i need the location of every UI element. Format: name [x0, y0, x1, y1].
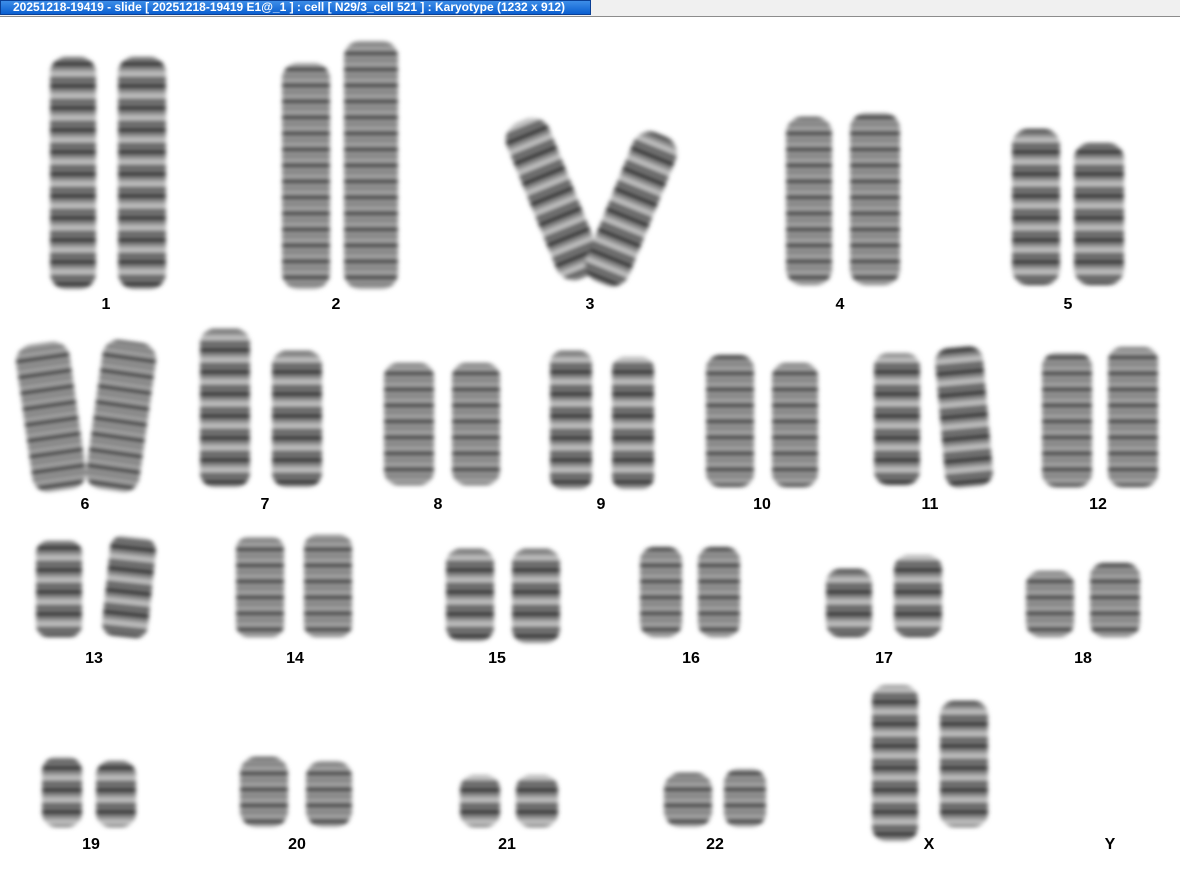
- window-title: 20251218-19419 - slide [ 20251218-19419 …: [0, 0, 591, 15]
- chromosome-label-5: 5: [1064, 296, 1073, 313]
- chromosome-pair-17: [826, 555, 942, 637]
- chromosome-pair-21: [460, 775, 558, 827]
- chromosome-label-8: 8: [434, 496, 443, 513]
- chromosome-pair-11: [874, 346, 993, 488]
- chromosome-pair-15: [446, 549, 560, 643]
- chromosome-pair-12: [1042, 347, 1158, 487]
- chromosome-label-15: 15: [488, 650, 506, 667]
- chromosome-label-21: 21: [498, 836, 516, 853]
- chromosome-label-16: 16: [682, 650, 700, 667]
- chromosome-pair-22: [664, 769, 766, 827]
- chromosome-label-6: 6: [81, 496, 90, 513]
- chromosome-label-14: 14: [286, 650, 304, 667]
- chromosome-pair-4: [786, 113, 900, 285]
- chromosome-label-4: 4: [836, 296, 845, 313]
- chromosome-pair-1: [50, 57, 166, 289]
- chromosome-pair-18: [1026, 563, 1140, 637]
- chromosome-pair-5: [1012, 129, 1124, 285]
- chromosome-pair-20: [240, 757, 352, 827]
- chromosome-pair-7: [200, 329, 322, 487]
- chromosome-label-20: 20: [288, 836, 306, 853]
- chromosome-label-19: 19: [82, 836, 100, 853]
- chromosome-pair-8: [384, 363, 500, 485]
- chromosome-label-17: 17: [875, 650, 893, 667]
- chromosome-label-7: 7: [261, 496, 270, 513]
- chromosome-label-2: 2: [332, 296, 341, 313]
- chromosome-label-x: X: [924, 836, 935, 853]
- chromosome-pair-16: [640, 547, 740, 637]
- chromosome-label-y: Y: [1105, 836, 1116, 853]
- chromosome-label-11: 11: [922, 496, 939, 513]
- chromosome-pair-2: [282, 41, 398, 289]
- window-title-bar: 20251218-19419 - slide [ 20251218-19419 …: [0, 0, 1180, 17]
- karyotype-panel: 1 2 3 4 5 6 7 8 9 10 11 12 13 14 15 16 1…: [16, 41, 1158, 853]
- chromosome-label-13: 13: [85, 650, 103, 667]
- chromosome-label-10: 10: [753, 496, 771, 513]
- chromosome-pair-3: [505, 117, 677, 287]
- chromosome-label-1: 1: [102, 296, 111, 313]
- chromosome-pair-x: [872, 685, 988, 841]
- chromosome-pair-13: [36, 536, 156, 638]
- chromosome-pair-10: [706, 355, 818, 487]
- chromosome-pair-19: [42, 757, 136, 827]
- chromosome-pair-9: [550, 351, 654, 489]
- chromosome-label-9: 9: [597, 496, 606, 513]
- chromosome-pair-14: [236, 535, 352, 637]
- chromosome-label-3: 3: [586, 296, 595, 313]
- chromosome-label-12: 12: [1089, 496, 1107, 513]
- chromosome-label-22: 22: [706, 836, 724, 853]
- chromosome-label-18: 18: [1074, 650, 1092, 667]
- chromosome-pair-6: [16, 340, 157, 492]
